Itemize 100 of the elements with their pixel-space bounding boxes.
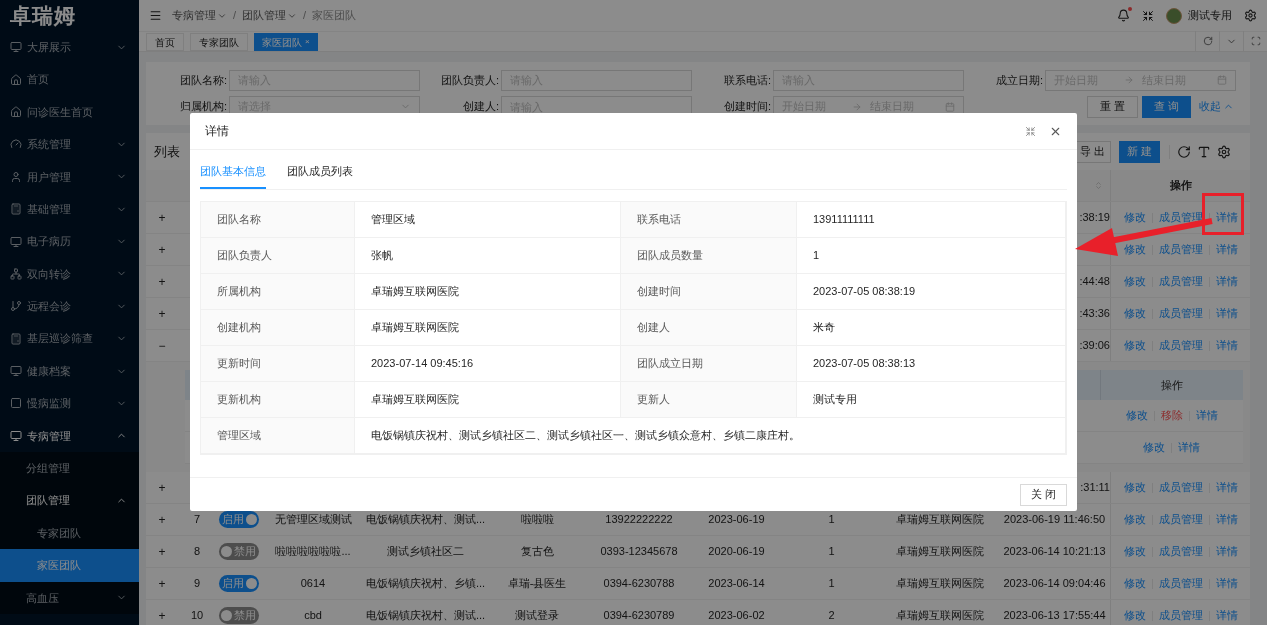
field-label: 团队负责人: bbox=[439, 72, 500, 88]
dialog-tab[interactable]: 团队基本信息 bbox=[200, 162, 266, 189]
reset-button[interactable]: 重 置 bbox=[1086, 95, 1138, 118]
action-link[interactable]: 修改 bbox=[1143, 439, 1165, 456]
action-link[interactable]: 详情 bbox=[1215, 273, 1238, 290]
sidebar-item[interactable]: 家医团队 bbox=[0, 549, 139, 582]
action-link[interactable]: 修改 bbox=[1125, 407, 1148, 424]
action-link[interactable]: 移除 bbox=[1160, 407, 1183, 424]
action-link[interactable]: 成员管理 bbox=[1158, 575, 1203, 592]
sidebar-item[interactable]: 慢病监测 bbox=[0, 387, 139, 420]
new-button[interactable]: 新 建 bbox=[1118, 140, 1160, 163]
action-link[interactable]: 详情 bbox=[1215, 337, 1238, 354]
expand-button[interactable]: + bbox=[158, 240, 166, 259]
sidebar-item[interactable]: 团队管理 bbox=[0, 484, 139, 517]
column-header: 操作 bbox=[1169, 178, 1192, 194]
sidebar-item[interactable]: 电子病历 bbox=[0, 225, 139, 258]
sidebar-item[interactable]: 首页 bbox=[0, 63, 139, 96]
sidebar-item[interactable]: 基础管理 bbox=[0, 192, 139, 226]
action-link[interactable]: 修改 bbox=[1123, 305, 1146, 322]
table-cell-text: :43:36 bbox=[1079, 306, 1110, 322]
action-link[interactable]: 修改 bbox=[1123, 209, 1146, 226]
detail-value: 电饭锅镇庆祝村、测试乡镇社区二、测试乡镇社区一、测试乡镇众意村、乡镇二康庄村。 bbox=[371, 428, 800, 444]
sidebar-item[interactable]: 远程会诊 bbox=[0, 290, 139, 323]
expand-button[interactable]: + bbox=[158, 272, 166, 291]
sidebar-item[interactable]: 专家团队 bbox=[0, 516, 139, 550]
action-link[interactable]: 成员管理 bbox=[1158, 511, 1203, 528]
page-tab[interactable]: 家医团队 × bbox=[254, 33, 318, 51]
collapse-link[interactable]: 收起 bbox=[1195, 95, 1238, 118]
settings-icon[interactable] bbox=[1244, 9, 1257, 22]
expand-button[interactable]: − bbox=[158, 336, 166, 355]
detail-label: 创建机构 bbox=[217, 320, 261, 336]
action-link[interactable]: 修改 bbox=[1123, 575, 1146, 592]
action-link[interactable]: 修改 bbox=[1123, 543, 1146, 560]
avatar[interactable] bbox=[1166, 7, 1182, 24]
sidebar-item[interactable]: 高血压 bbox=[0, 581, 139, 615]
action-link[interactable]: 详情 bbox=[1215, 575, 1238, 592]
field-label: 归属机构: bbox=[178, 99, 228, 115]
table-cell-text: 卓瑞姆互联网医院 bbox=[896, 576, 984, 592]
breadcrumb-link[interactable]: 专病管理 bbox=[172, 7, 227, 24]
sidebar-item[interactable]: 基层巡诊筛查 bbox=[0, 322, 139, 355]
fullscreen-icon[interactable] bbox=[1250, 36, 1261, 46]
table-cell-text: 电饭锅镇庆祝村、测试... bbox=[365, 512, 486, 528]
detail-label: 团队成员数量 bbox=[637, 248, 703, 264]
detail-label: 团队成立日期 bbox=[637, 356, 703, 372]
expand-button[interactable]: + bbox=[158, 304, 166, 323]
sidebar-item[interactable]: 系统管理 bbox=[0, 128, 139, 161]
action-link[interactable]: 详情 bbox=[1215, 479, 1238, 496]
density-icon[interactable] bbox=[1197, 144, 1211, 159]
expand-button[interactable]: + bbox=[158, 542, 166, 561]
sidebar-item[interactable]: 问诊医生首页 bbox=[0, 95, 139, 129]
bell-icon[interactable] bbox=[1117, 9, 1130, 22]
action-link[interactable]: 详情 bbox=[1215, 241, 1238, 258]
action-link[interactable]: 详情 bbox=[1215, 305, 1238, 322]
page-tab[interactable]: 专家团队 bbox=[190, 33, 248, 51]
table-cell-text: 7 bbox=[193, 512, 201, 528]
action-link[interactable]: 成员管理 bbox=[1158, 479, 1203, 496]
action-link[interactable]: 详情 bbox=[1215, 511, 1238, 528]
action-link[interactable]: 详情 bbox=[1195, 407, 1218, 424]
action-link[interactable]: 成员管理 bbox=[1158, 273, 1203, 290]
sidebar-item[interactable]: 双向转诊 bbox=[0, 257, 139, 291]
action-link[interactable]: 成员管理 bbox=[1158, 305, 1203, 322]
sidebar-item[interactable]: 用户管理 bbox=[0, 160, 139, 193]
sidebar-item[interactable]: 分组管理 bbox=[0, 452, 139, 485]
action-link[interactable]: 成员管理 bbox=[1158, 607, 1203, 624]
close-tab-icon[interactable]: × bbox=[305, 36, 310, 48]
action-link[interactable]: 详情 bbox=[1215, 543, 1238, 560]
close-button[interactable]: 关 闭 bbox=[1019, 483, 1067, 506]
sidebar-item[interactable]: 健康档案 bbox=[0, 354, 139, 388]
breadcrumb-link[interactable]: 团队管理 bbox=[242, 7, 298, 24]
action-link[interactable]: 成员管理 bbox=[1158, 241, 1203, 258]
action-link[interactable]: 修改 bbox=[1123, 241, 1146, 258]
expand-button[interactable]: + bbox=[158, 606, 166, 625]
action-link[interactable]: 修改 bbox=[1123, 607, 1146, 624]
dialog-tab[interactable]: 团队成员列表 bbox=[287, 162, 353, 189]
expand-button[interactable]: + bbox=[158, 478, 166, 497]
action-link[interactable]: 详情 bbox=[1215, 209, 1238, 226]
action-link[interactable]: 成员管理 bbox=[1158, 543, 1203, 560]
expand-button[interactable]: + bbox=[158, 574, 166, 593]
action-link[interactable]: 修改 bbox=[1123, 479, 1146, 496]
action-link[interactable]: 详情 bbox=[1178, 439, 1200, 456]
shrink-icon[interactable] bbox=[1025, 125, 1036, 137]
reload-icon[interactable] bbox=[1202, 36, 1213, 46]
action-link[interactable]: 详情 bbox=[1215, 607, 1238, 624]
action-link[interactable]: 成员管理 bbox=[1158, 337, 1203, 354]
user-name[interactable]: 测试专用 bbox=[1188, 7, 1232, 24]
expand-button[interactable]: + bbox=[158, 510, 166, 529]
action-link[interactable]: 修改 bbox=[1123, 511, 1146, 528]
page-tab[interactable]: 首页 bbox=[146, 33, 184, 51]
fullscreen-icon[interactable] bbox=[1142, 9, 1154, 22]
action-link[interactable]: 修改 bbox=[1123, 337, 1146, 354]
sidebar-item[interactable]: 大屏展示 bbox=[0, 31, 139, 64]
expand-button[interactable]: + bbox=[158, 208, 166, 227]
breadcrumb-link[interactable]: 家医团队 bbox=[312, 7, 357, 24]
toggle-switch[interactable]: 启用 bbox=[219, 575, 259, 592]
action-link[interactable]: 修改 bbox=[1123, 273, 1146, 290]
toggle-switch[interactable]: 启用 bbox=[219, 511, 259, 528]
table-cell-text: 卓瑞姆互联网医院 bbox=[896, 608, 984, 624]
settings-icon[interactable] bbox=[1217, 144, 1231, 159]
reload-icon[interactable] bbox=[1177, 144, 1191, 159]
search-button[interactable]: 查 询 bbox=[1141, 95, 1191, 118]
